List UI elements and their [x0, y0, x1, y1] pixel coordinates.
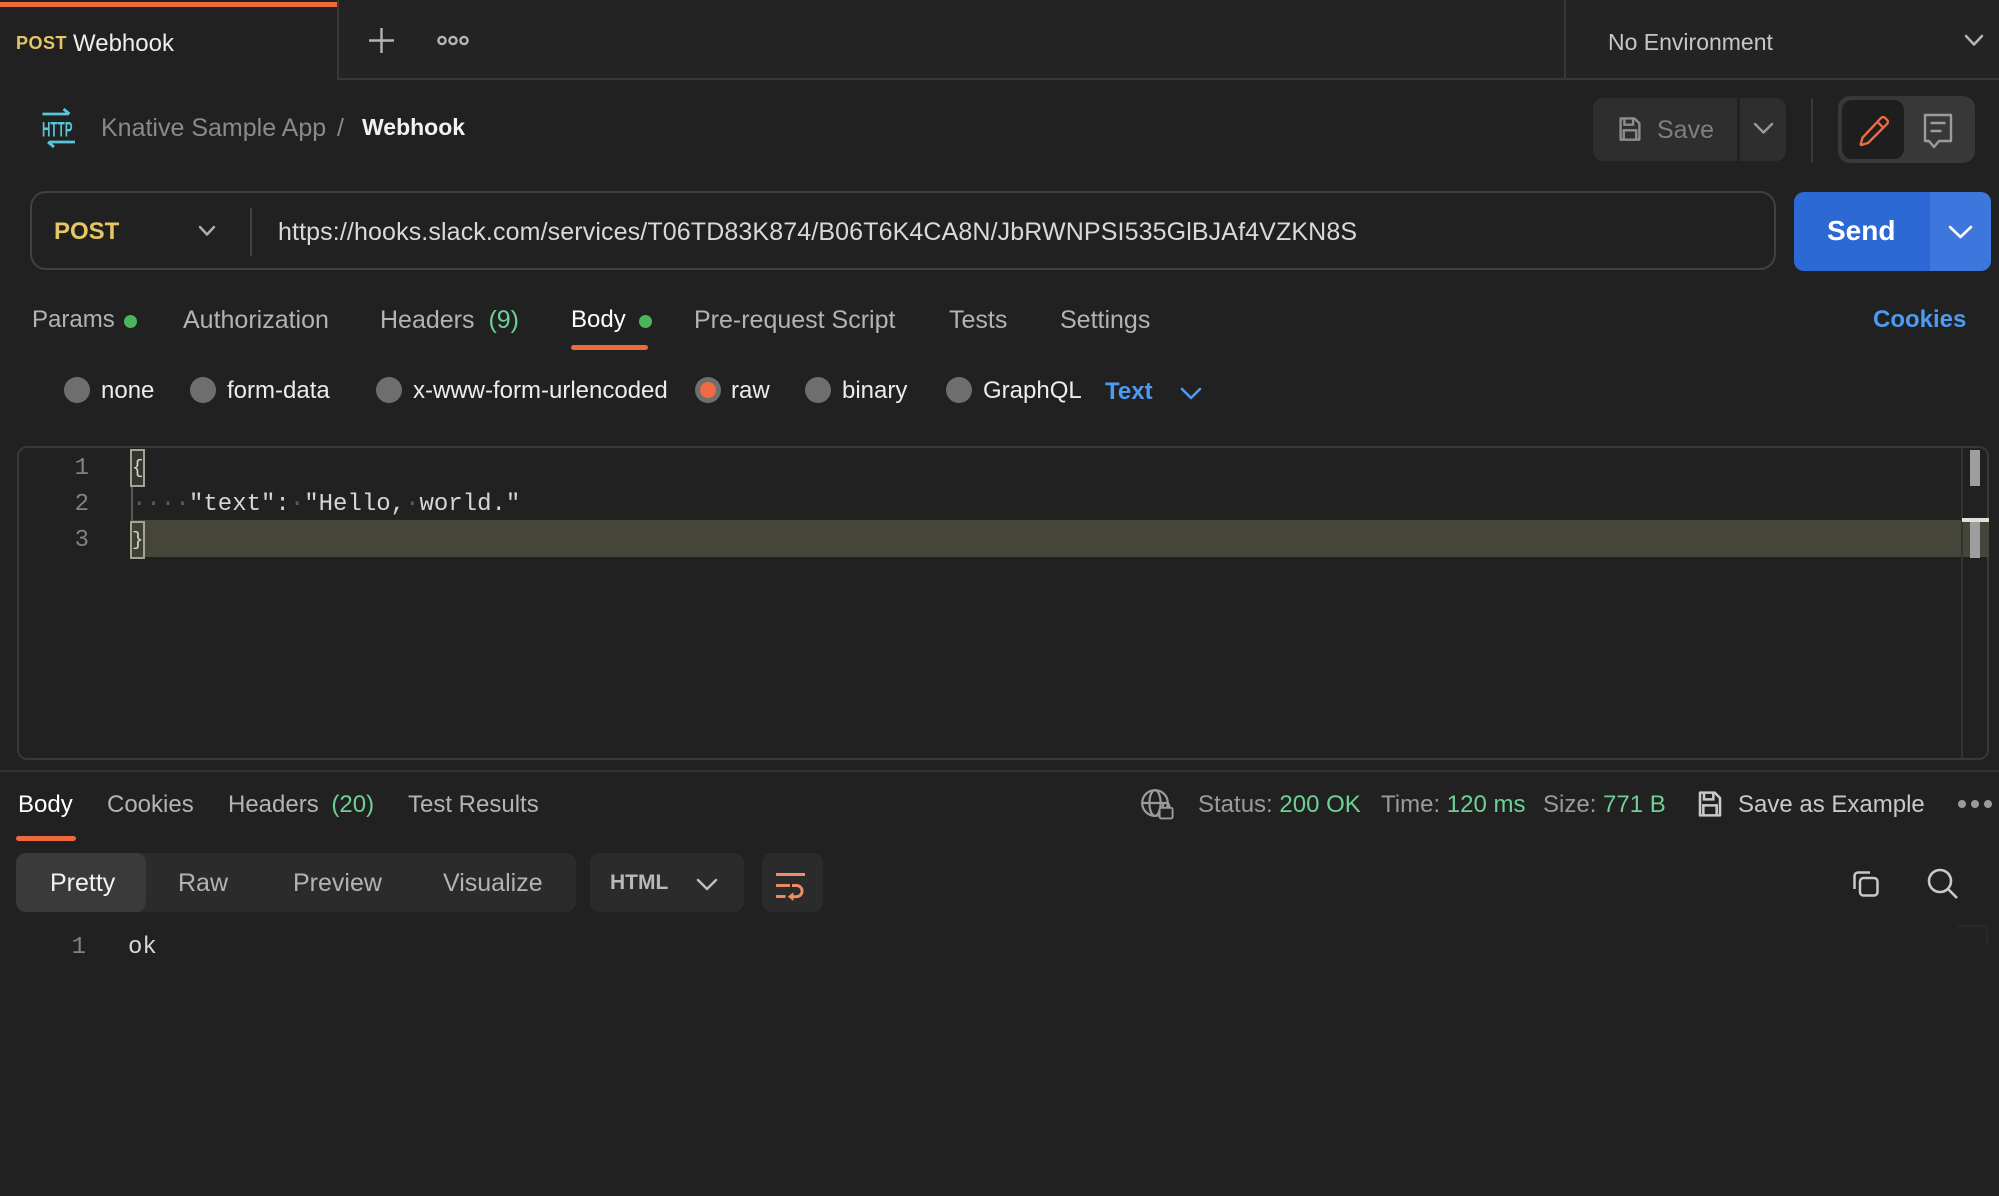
svg-text:HTTP: HTTP — [42, 119, 73, 142]
